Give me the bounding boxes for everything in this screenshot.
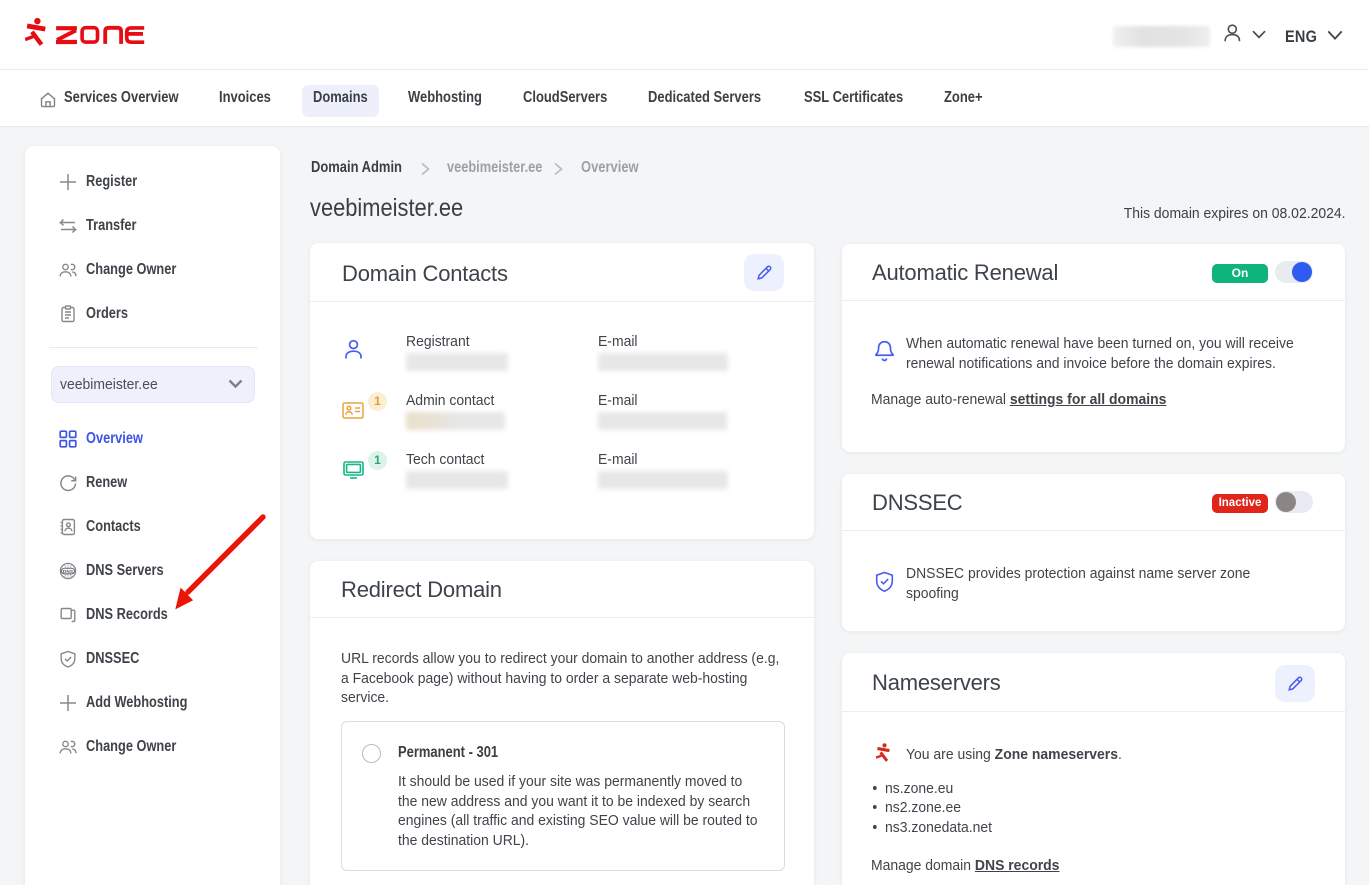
svg-text:DNS: DNS (63, 569, 74, 574)
